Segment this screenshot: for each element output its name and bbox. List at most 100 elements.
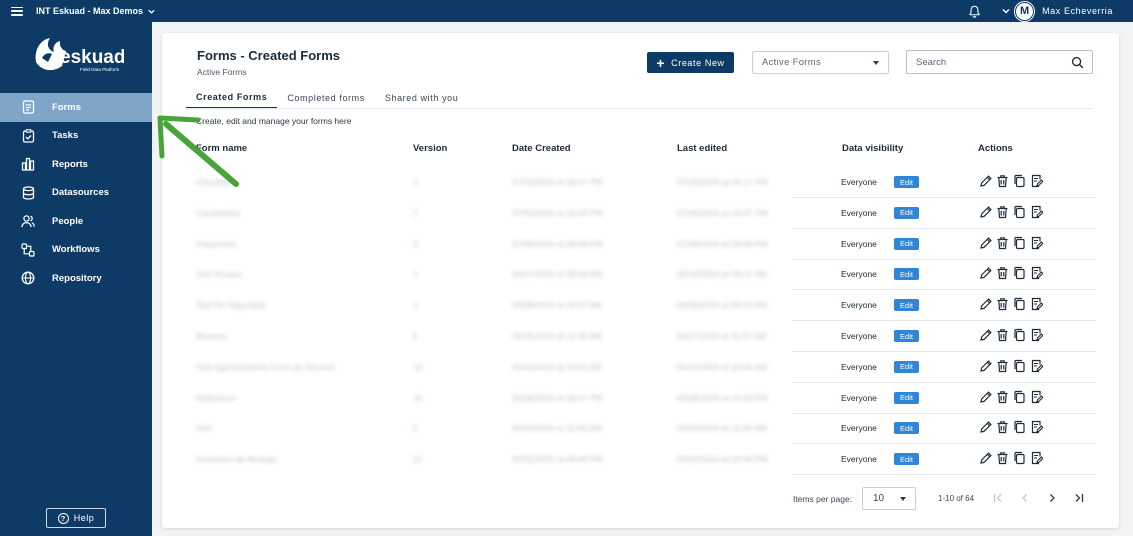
- pagination-range: 1-10 of 64: [938, 494, 975, 503]
- edit-pencil-icon[interactable]: [979, 266, 992, 280]
- form-name-cell[interactable]: Visit Agendamiento Form de Servicio: [196, 362, 335, 372]
- delete-trash-icon[interactable]: [996, 390, 1009, 404]
- edit-pencil-icon[interactable]: [979, 390, 992, 404]
- avatar[interactable]: M: [1015, 1, 1035, 21]
- tab-created-forms[interactable]: Created Forms: [186, 86, 278, 109]
- delete-trash-icon[interactable]: [996, 266, 1009, 280]
- open-form-icon[interactable]: [1030, 205, 1043, 219]
- column-header-last-edited[interactable]: Last edited: [677, 143, 727, 154]
- search-icon[interactable]: [1071, 56, 1084, 69]
- edit-visibility-button[interactable]: Edit: [894, 176, 919, 188]
- open-form-icon[interactable]: [1030, 390, 1043, 404]
- delete-trash-icon[interactable]: [996, 420, 1009, 434]
- form-name-cell[interactable]: Checklist: [196, 177, 230, 187]
- edit-pencil-icon[interactable]: [979, 174, 992, 188]
- table-row[interactable]: Visit Agendamiento Form de Servicio 12 05/…: [0, 352, 1133, 383]
- duplicate-copy-icon[interactable]: [1013, 451, 1026, 465]
- column-header-form-name[interactable]: Form name: [196, 143, 247, 154]
- duplicate-copy-icon[interactable]: [1013, 297, 1026, 311]
- user-name[interactable]: Max Echeverria: [1042, 6, 1113, 16]
- duplicate-copy-icon[interactable]: [1013, 236, 1026, 250]
- edit-visibility-button[interactable]: Edit: [894, 330, 919, 342]
- edit-visibility-button[interactable]: Edit: [894, 237, 919, 250]
- duplicate-copy-icon[interactable]: [1013, 174, 1026, 188]
- form-name-cell[interactable]: Test Access: [196, 269, 241, 279]
- edit-visibility-button[interactable]: Edit: [894, 268, 919, 281]
- table-row[interactable]: Inventario de Bodega 12 05/02/2024 at 03:4…: [0, 444, 1133, 476]
- form-name-cell[interactable]: Inventario de Bodega: [196, 454, 277, 464]
- duplicate-copy-icon[interactable]: [1013, 420, 1026, 434]
- table-row[interactable]: Test Access 1 06/17/2024 at 08:43 AM 06/19/…: [0, 259, 1133, 291]
- edit-pencil-icon[interactable]: [979, 359, 992, 373]
- bell-icon[interactable]: [968, 5, 981, 18]
- delete-trash-icon[interactable]: [996, 297, 1009, 311]
- open-form-icon[interactable]: [1030, 297, 1043, 311]
- edit-pencil-icon[interactable]: [979, 297, 992, 311]
- sidebar-item-forms[interactable]: Forms: [0, 93, 152, 122]
- edit-pencil-icon[interactable]: [979, 420, 992, 434]
- table-row[interactable]: Reference 24 05/06/2024 at 04:57 PM 05/08/2…: [0, 383, 1133, 414]
- table-row[interactable]: Test 2 05/03/2024 at 11:56 AM 05/03/2024 at…: [0, 413, 1133, 445]
- duplicate-copy-icon[interactable]: [1013, 359, 1026, 373]
- items-per-page-select[interactable]: 10: [862, 487, 916, 510]
- open-form-icon[interactable]: [1030, 174, 1043, 188]
- user-menu-chevron-icon[interactable]: [1001, 6, 1011, 16]
- page-subtitle: Active Forms: [197, 67, 247, 77]
- first-page-icon[interactable]: [992, 492, 1004, 504]
- table-row[interactable]: Test De Seguridad 3 06/08/2024 at 05:57 AM…: [0, 290, 1133, 322]
- open-form-icon[interactable]: [1030, 236, 1043, 250]
- search-box[interactable]: [906, 50, 1093, 74]
- column-header-date-created[interactable]: Date Created: [512, 143, 571, 154]
- open-form-icon[interactable]: [1030, 266, 1043, 280]
- hamburger-menu-icon[interactable]: [11, 6, 23, 16]
- open-form-icon[interactable]: [1030, 420, 1043, 434]
- tab-completed-forms[interactable]: Completed forms: [277, 86, 375, 109]
- edit-visibility-button[interactable]: Edit: [894, 206, 919, 219]
- date-created-cell: 07/15/2024 at 04:57 PM: [512, 177, 603, 187]
- next-page-icon[interactable]: [1046, 492, 1058, 504]
- previous-page-icon[interactable]: [1019, 492, 1031, 504]
- edit-visibility-button[interactable]: Edit: [894, 391, 919, 404]
- forms-status-select[interactable]: Active Forms: [752, 51, 889, 74]
- edit-visibility-button[interactable]: Edit: [894, 360, 919, 373]
- tab-shared-with-you[interactable]: Shared with you: [375, 86, 469, 109]
- table-row[interactable]: Checklist 2 07/15/2024 at 04:57 PM 07/15/20…: [0, 167, 1133, 198]
- form-name-cell[interactable]: Contenedor: [196, 208, 240, 218]
- form-name-cell[interactable]: Reference: [196, 393, 235, 403]
- form-name-cell[interactable]: Test: [196, 423, 212, 433]
- form-name-cell[interactable]: Inspeccion: [196, 239, 237, 249]
- edit-visibility-button[interactable]: Edit: [894, 422, 919, 435]
- help-button[interactable]: ? Help: [46, 508, 106, 528]
- edit-pencil-icon[interactable]: [979, 451, 992, 465]
- org-selector[interactable]: INT Eskuad - Max Demos: [36, 6, 156, 16]
- form-name-cell[interactable]: Muestra: [196, 331, 227, 341]
- delete-trash-icon[interactable]: [996, 328, 1009, 342]
- edit-visibility-button[interactable]: Edit: [894, 299, 919, 312]
- create-new-button[interactable]: + Create New: [647, 52, 734, 73]
- open-form-icon[interactable]: [1030, 451, 1043, 465]
- duplicate-copy-icon[interactable]: [1013, 390, 1026, 404]
- duplicate-copy-icon[interactable]: [1013, 205, 1026, 219]
- duplicate-copy-icon[interactable]: [1013, 266, 1026, 280]
- edit-pencil-icon[interactable]: [979, 205, 992, 219]
- table-row[interactable]: Muestra 5 06/26/2024 at 11:56 AM 06/27/2024…: [0, 321, 1133, 352]
- edit-pencil-icon[interactable]: [979, 328, 992, 342]
- table-row[interactable]: Inspeccion 3 07/09/2024 at 08:08 PM 07/09/2…: [0, 229, 1133, 260]
- delete-trash-icon[interactable]: [996, 236, 1009, 250]
- column-header-version[interactable]: Version: [413, 143, 447, 154]
- visibility-cell: Everyone: [841, 423, 877, 434]
- delete-trash-icon[interactable]: [996, 451, 1009, 465]
- edit-pencil-icon[interactable]: [979, 236, 992, 250]
- duplicate-copy-icon[interactable]: [1013, 328, 1026, 342]
- form-name-cell[interactable]: Test De Seguridad: [196, 300, 266, 310]
- delete-trash-icon[interactable]: [996, 359, 1009, 373]
- last-page-icon[interactable]: [1073, 492, 1085, 504]
- table-row[interactable]: Contenedor 2 07/03/2024 at 10:43 PM 07/05/2…: [0, 198, 1133, 229]
- page-title: Forms - Created Forms: [197, 48, 341, 63]
- delete-trash-icon[interactable]: [996, 174, 1009, 188]
- edit-visibility-button[interactable]: Edit: [894, 453, 919, 466]
- search-input[interactable]: [916, 56, 1056, 68]
- open-form-icon[interactable]: [1030, 328, 1043, 342]
- delete-trash-icon[interactable]: [996, 205, 1009, 219]
- open-form-icon[interactable]: [1030, 359, 1043, 373]
